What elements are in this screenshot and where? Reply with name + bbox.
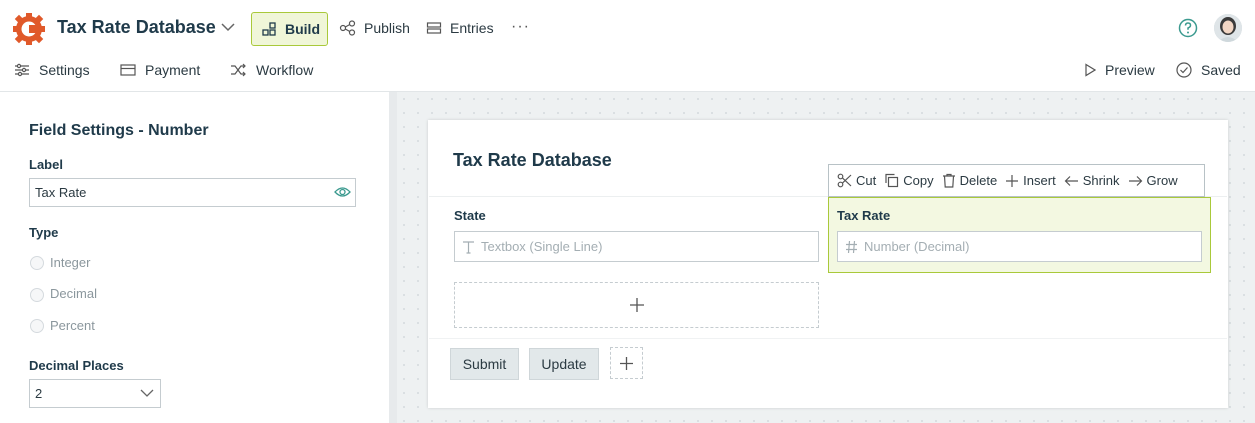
copy-icon xyxy=(885,173,899,188)
panel-title: Field Settings - Number xyxy=(29,122,209,139)
chevron-down-icon[interactable] xyxy=(220,20,236,34)
chevron-down-icon xyxy=(140,389,154,397)
entries-icon xyxy=(426,22,442,34)
type-heading: Type xyxy=(29,225,59,240)
delete-button[interactable]: Delete xyxy=(942,173,998,188)
cut-button[interactable]: Cut xyxy=(837,173,876,188)
plus-icon xyxy=(1006,174,1019,187)
copy-label: Copy xyxy=(903,173,934,188)
text-icon xyxy=(463,240,474,254)
arrow-right-icon xyxy=(1128,175,1142,186)
saved-status: Saved xyxy=(1176,62,1241,78)
play-icon xyxy=(1085,63,1096,77)
form-title[interactable]: Tax Rate Database xyxy=(453,150,612,171)
saved-label: Saved xyxy=(1201,62,1241,78)
preview-label: Preview xyxy=(1105,62,1155,78)
label-heading: Label xyxy=(29,157,63,172)
grow-label: Grow xyxy=(1146,173,1178,188)
credit-card-icon xyxy=(120,64,136,76)
delete-label: Delete xyxy=(959,173,998,188)
shuffle-icon xyxy=(231,63,246,77)
publish-label: Publish xyxy=(364,20,410,36)
arrow-left-icon xyxy=(1064,175,1078,186)
taxrate-field[interactable]: Number (Decimal) xyxy=(837,231,1202,262)
divider xyxy=(429,338,1227,339)
radio-percent-label: Percent xyxy=(50,318,95,333)
insert-button[interactable]: Insert xyxy=(1005,173,1056,188)
payment-label: Payment xyxy=(145,62,201,78)
app-title[interactable]: Tax Rate Database xyxy=(57,17,216,38)
radio-percent[interactable] xyxy=(30,319,44,333)
eye-icon[interactable] xyxy=(334,185,351,199)
field-toolbar: Cut Copy Delete Insert Shrink Grow xyxy=(828,164,1205,197)
state-field-label[interactable]: State xyxy=(454,208,486,223)
cut-label: Cut xyxy=(856,173,877,188)
state-field[interactable]: Textbox (Single Line) xyxy=(454,231,819,262)
help-icon[interactable] xyxy=(1178,18,1198,38)
label-input[interactable]: Tax Rate xyxy=(29,178,356,207)
decimal-places-heading: Decimal Places xyxy=(29,358,124,373)
hash-icon xyxy=(846,240,857,253)
build-label: Build xyxy=(285,21,320,37)
taxrate-placeholder: Number (Decimal) xyxy=(864,239,970,254)
submit-button[interactable]: Submit xyxy=(450,348,519,380)
user-avatar-icon xyxy=(1214,14,1242,42)
workflow-tab[interactable]: Workflow xyxy=(230,62,313,78)
insert-label: Insert xyxy=(1023,173,1056,188)
payment-tab[interactable]: Payment xyxy=(120,62,200,78)
radio-decimal-label: Decimal xyxy=(50,286,97,301)
plus-icon xyxy=(629,298,644,312)
settings-label: Settings xyxy=(39,62,90,78)
avatar[interactable] xyxy=(1214,14,1242,42)
taxrate-field-label[interactable]: Tax Rate xyxy=(837,208,890,223)
radio-integer[interactable] xyxy=(30,256,44,270)
top-bar: Tax Rate Database Build Publish Entries … xyxy=(0,0,1255,56)
update-button[interactable]: Update xyxy=(529,348,599,380)
entries-label: Entries xyxy=(450,20,494,36)
entries-tab[interactable]: Entries xyxy=(426,20,494,36)
app-logo-icon[interactable] xyxy=(12,12,46,46)
shrink-button[interactable]: Shrink xyxy=(1064,173,1120,188)
add-field-dropzone[interactable] xyxy=(454,282,819,328)
plus-icon xyxy=(620,356,633,370)
build-icon xyxy=(262,22,276,36)
state-placeholder: Textbox (Single Line) xyxy=(481,239,603,254)
build-tab[interactable]: Build xyxy=(251,12,328,46)
panel-splitter[interactable] xyxy=(389,92,397,423)
radio-decimal[interactable] xyxy=(30,288,44,302)
share-icon xyxy=(339,20,356,36)
trash-icon xyxy=(942,173,955,188)
scissors-icon xyxy=(837,173,852,188)
settings-tab[interactable]: Settings xyxy=(14,62,90,78)
check-circle-icon xyxy=(1176,62,1192,78)
shrink-label: Shrink xyxy=(1082,173,1120,188)
copy-button[interactable]: Copy xyxy=(884,173,934,188)
preview-button[interactable]: Preview xyxy=(1084,62,1155,78)
workflow-label: Workflow xyxy=(256,62,314,78)
sliders-icon xyxy=(15,63,29,77)
more-menu-icon[interactable]: ··· xyxy=(511,18,530,36)
sub-nav-bar: Settings Payment Workflow Preview Saved xyxy=(0,56,1255,92)
radio-integer-label: Integer xyxy=(50,255,91,270)
grow-button[interactable]: Grow xyxy=(1128,173,1178,188)
add-button[interactable] xyxy=(610,347,643,379)
publish-tab[interactable]: Publish xyxy=(339,20,410,36)
